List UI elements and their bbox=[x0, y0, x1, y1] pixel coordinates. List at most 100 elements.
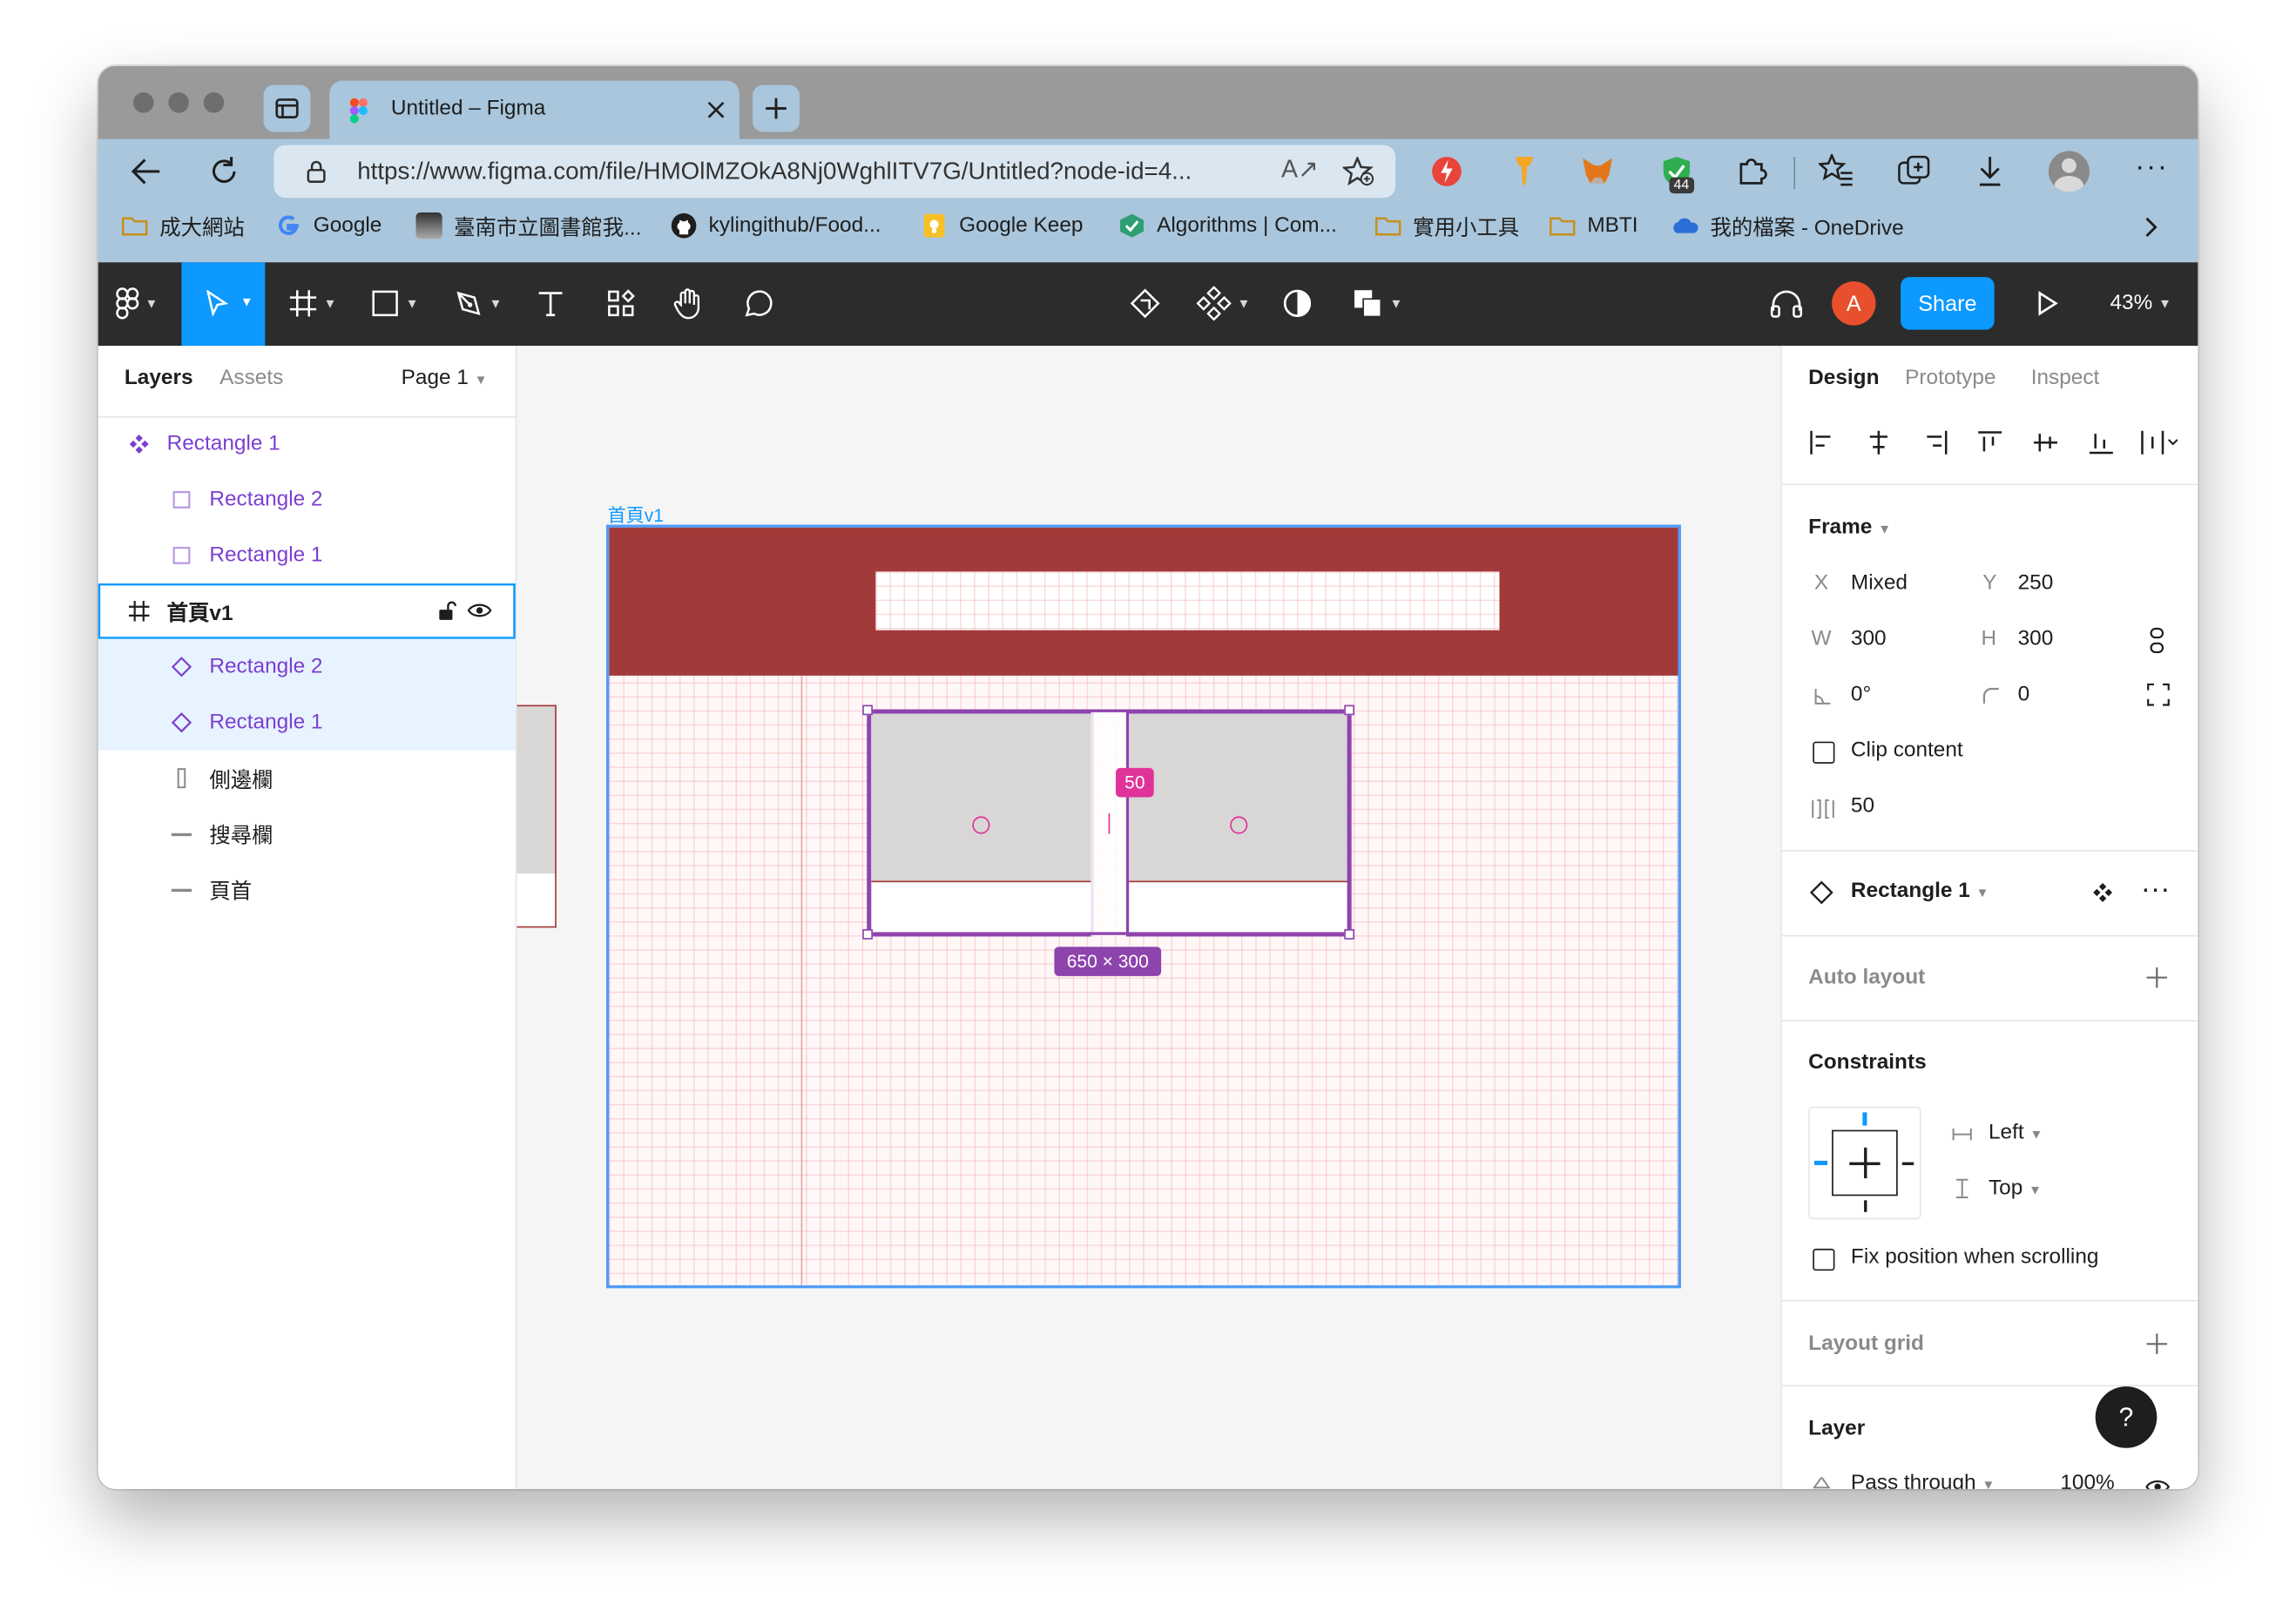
frame-section-title[interactable]: Frame ▼ bbox=[1808, 516, 1891, 539]
layer-row[interactable]: Rectangle 1 bbox=[98, 694, 516, 751]
pen-tool-button[interactable]: ▼ bbox=[454, 280, 502, 327]
resize-handle-bottom-right[interactable] bbox=[1344, 929, 1355, 940]
horizontal-constraint-select[interactable]: Left ▼ bbox=[1989, 1121, 2043, 1144]
component-preview[interactable] bbox=[517, 705, 557, 877]
comment-tool-button[interactable] bbox=[742, 280, 774, 327]
highlighter-extension-icon[interactable] bbox=[1509, 154, 1539, 189]
frame-homepage[interactable]: 50 650 × 300 bbox=[605, 524, 1681, 1289]
metamask-extension-icon[interactable] bbox=[1580, 154, 1615, 189]
clip-content-checkbox[interactable] bbox=[1813, 741, 1835, 764]
bookmark-item-8[interactable]: 我的檔案 - OneDrive bbox=[1672, 206, 1904, 245]
more-menu-icon[interactable]: ··· bbox=[2135, 151, 2169, 185]
rotation-input[interactable]: 0° bbox=[1851, 683, 1871, 706]
bookmark-item-0[interactable]: 成大網站 bbox=[121, 206, 245, 245]
download-icon[interactable] bbox=[1975, 154, 2005, 189]
go-to-component-icon[interactable] bbox=[2092, 882, 2113, 903]
tab-prototype[interactable]: Prototype bbox=[1905, 367, 1995, 390]
bookmarks-more-chevron-icon[interactable] bbox=[2144, 215, 2158, 239]
add-layout-grid-icon[interactable] bbox=[2146, 1333, 2168, 1355]
zoom-window-button[interactable] bbox=[203, 92, 225, 113]
help-button[interactable]: ? bbox=[2095, 1386, 2158, 1448]
tab-design[interactable]: Design bbox=[1808, 367, 1879, 390]
add-auto-layout-icon[interactable] bbox=[2146, 967, 2168, 988]
audio-button[interactable] bbox=[1769, 280, 1804, 327]
read-aloud-icon[interactable]: A↗ bbox=[1281, 155, 1319, 185]
layer-row[interactable]: Rectangle 2 bbox=[98, 638, 516, 695]
constraint-bottom[interactable] bbox=[1864, 1200, 1867, 1212]
radius-input[interactable]: 0 bbox=[2018, 683, 2030, 706]
align-left-icon[interactable] bbox=[1808, 429, 1834, 455]
instance-selector[interactable]: Rectangle 1 ▼ bbox=[1851, 880, 1989, 903]
tab-inspect[interactable]: Inspect bbox=[2031, 367, 2100, 390]
reload-icon[interactable] bbox=[208, 155, 240, 187]
resize-handle-top-right[interactable] bbox=[1344, 705, 1355, 716]
present-button[interactable] bbox=[2036, 280, 2059, 327]
constraint-left-active[interactable] bbox=[1813, 1160, 1828, 1165]
hand-tool-button[interactable] bbox=[672, 280, 705, 327]
component-preview-bottom[interactable] bbox=[517, 873, 557, 928]
shape-tool-button[interactable]: ▼ bbox=[370, 280, 419, 327]
layer-row[interactable]: Rectangle 1 bbox=[98, 416, 516, 472]
bookmark-item-5[interactable]: Algorithms | Com... bbox=[1118, 206, 1337, 245]
favorites-icon[interactable] bbox=[1818, 153, 1854, 186]
layer-row[interactable]: 搜尋欄 bbox=[98, 806, 516, 862]
back-arrow-icon[interactable] bbox=[131, 157, 163, 186]
blend-mode-select[interactable]: Pass through ▼ bbox=[1851, 1472, 1995, 1489]
bookmark-item-4[interactable]: Google Keep bbox=[921, 206, 1083, 245]
add-favorite-icon[interactable] bbox=[1342, 157, 1375, 186]
unlock-icon[interactable] bbox=[438, 601, 457, 622]
align-bottom-icon[interactable] bbox=[2088, 429, 2114, 455]
eye-icon[interactable] bbox=[467, 603, 492, 619]
layer-row[interactable]: Rectangle 2 bbox=[98, 472, 516, 528]
align-vertical-center-icon[interactable] bbox=[2032, 429, 2058, 455]
layer-row[interactable]: 頁首 bbox=[98, 862, 516, 918]
spacing-input[interactable]: 50 bbox=[1851, 794, 1874, 818]
instance-options-icon[interactable]: ··· bbox=[2141, 873, 2171, 907]
layer-row-selected-frame[interactable]: 首頁v1 bbox=[98, 583, 516, 639]
mask-button[interactable] bbox=[1281, 280, 1313, 327]
lock-icon[interactable] bbox=[306, 159, 327, 183]
main-menu-button[interactable]: ▼ bbox=[116, 280, 158, 327]
selection-bounds[interactable] bbox=[867, 709, 1350, 935]
bookmark-item-2[interactable]: 臺南市立圖書館我... bbox=[415, 206, 641, 245]
resize-handle-bottom-left[interactable] bbox=[862, 929, 873, 940]
tab-actions-button[interactable] bbox=[263, 84, 311, 132]
constrain-proportions-icon[interactable] bbox=[2148, 627, 2165, 654]
constraint-right[interactable] bbox=[1901, 1162, 1914, 1165]
tab-figma[interactable]: Untitled – Figma bbox=[329, 80, 739, 139]
align-horizontal-center-icon[interactable] bbox=[1866, 429, 1892, 455]
w-input[interactable]: 300 bbox=[1851, 627, 1887, 651]
frame-tool-button[interactable]: ▼ bbox=[288, 280, 337, 327]
design-canvas[interactable]: 首頁v1 50 650 × 300 bbox=[517, 346, 1779, 1489]
layer-row[interactable]: Rectangle 1 bbox=[98, 528, 516, 583]
url-field[interactable]: https://www.figma.com/file/HMOlMZOkA8Nj0… bbox=[273, 145, 1396, 199]
bookmark-item-1[interactable]: Google bbox=[275, 206, 382, 245]
bookmark-item-6[interactable]: 實用小工具 bbox=[1374, 206, 1519, 245]
constraint-top-active[interactable] bbox=[1862, 1112, 1867, 1126]
visibility-eye-icon[interactable] bbox=[2145, 1479, 2171, 1489]
align-top-icon[interactable] bbox=[1977, 429, 2003, 455]
layer-row[interactable]: 側邊欄 bbox=[98, 751, 516, 806]
bookmark-item-3[interactable]: kylingithub/Food... bbox=[671, 206, 881, 245]
collections-icon[interactable] bbox=[1896, 154, 1931, 189]
boolean-ops-button[interactable]: ▼ bbox=[1352, 280, 1402, 327]
frame-label[interactable]: 首頁v1 bbox=[608, 500, 664, 528]
edit-component-button[interactable] bbox=[1127, 280, 1162, 327]
distribute-spacing-icon[interactable] bbox=[2139, 429, 2180, 455]
close-window-button[interactable] bbox=[132, 92, 154, 113]
extensions-puzzle-icon[interactable] bbox=[1735, 154, 1767, 186]
bookmark-item-7[interactable]: MBTI bbox=[1550, 206, 1638, 245]
opacity-input[interactable]: 100% bbox=[2060, 1472, 2114, 1489]
lightning-extension-icon[interactable] bbox=[1430, 154, 1462, 189]
close-tab-icon[interactable] bbox=[707, 101, 725, 118]
vertical-constraint-select[interactable]: Top ▼ bbox=[1989, 1176, 2042, 1200]
independent-corners-icon[interactable] bbox=[2147, 683, 2171, 706]
search-bar[interactable] bbox=[875, 571, 1500, 630]
minimize-window-button[interactable] bbox=[168, 92, 189, 113]
user-avatar[interactable]: A bbox=[1832, 281, 1876, 326]
resources-tool-button[interactable] bbox=[606, 280, 636, 327]
page-selector[interactable]: Page 1 ▼ bbox=[402, 367, 488, 390]
constraints-widget[interactable] bbox=[1808, 1106, 1921, 1220]
move-tool-button[interactable]: ▼ bbox=[181, 262, 266, 347]
component-button[interactable]: ▼ bbox=[1196, 280, 1251, 327]
